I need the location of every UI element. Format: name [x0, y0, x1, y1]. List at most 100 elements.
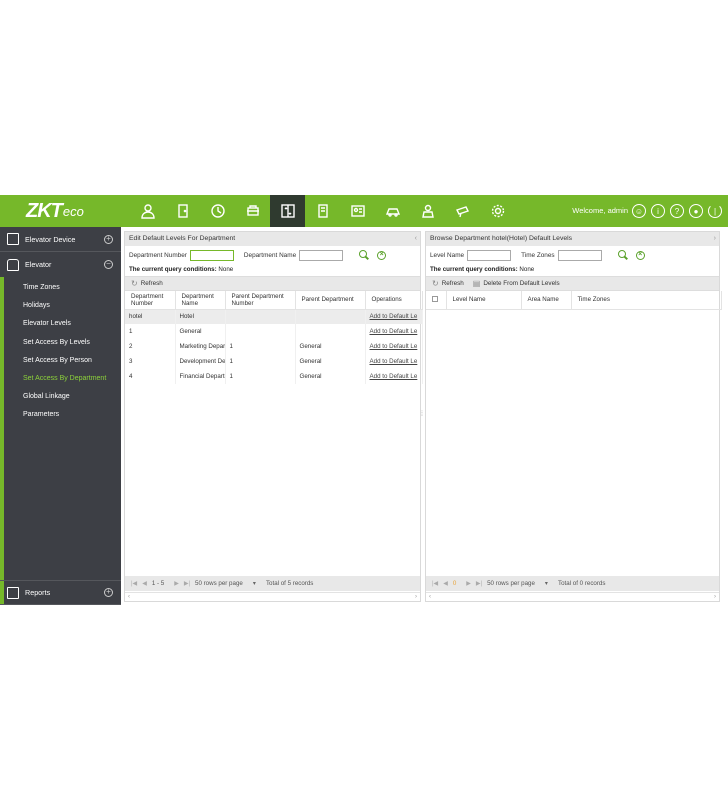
logo-text: ZKT	[26, 199, 63, 222]
refresh-icon[interactable]: ↻	[432, 279, 439, 288]
next-page-icon[interactable]: ▶	[466, 580, 471, 587]
sidebar-elevator-device[interactable]: Elevator Device +	[0, 227, 121, 252]
add-to-default-levels-link[interactable]: Add to Default Le	[370, 313, 418, 320]
scroll-right-icon[interactable]: ›	[415, 594, 417, 600]
sidebar-item-set-access-by-person[interactable]: Set Access By Person	[4, 352, 121, 370]
scroll-left-icon[interactable]: ‹	[429, 594, 431, 600]
prev-page-icon[interactable]: ◀	[142, 580, 147, 587]
parking-icon[interactable]	[375, 195, 410, 227]
sidebar-item-global-linkage[interactable]: Global Linkage	[4, 388, 121, 406]
help-icon[interactable]: ?	[670, 204, 684, 218]
user-profile-icon[interactable]: ☺	[632, 204, 646, 218]
column-department-name[interactable]: Department Name	[175, 291, 226, 310]
delete-icon[interactable]: ▤	[473, 279, 481, 288]
access-icon[interactable]	[235, 195, 270, 227]
sidebar-elevator-label: Elevator	[25, 260, 52, 269]
right-query-conditions: The current query conditions: None	[426, 264, 719, 276]
column-parent-department[interactable]: Parent Department	[295, 291, 366, 310]
table-row[interactable]: 4 Financial Departm 1 General Add to Default…	[125, 369, 423, 384]
sidebar-item-set-access-by-levels[interactable]: Set Access By Levels	[4, 334, 121, 352]
sidebar-item-parameters[interactable]: Parameters	[4, 406, 121, 424]
table-row[interactable]: 1 General Add to Default Le	[125, 324, 423, 339]
column-area-name[interactable]: Area Name	[521, 291, 572, 310]
department-number-input[interactable]	[189, 249, 234, 261]
panel-splitter[interactable]: ⁞	[421, 411, 423, 418]
expand-reports-icon[interactable]: +	[104, 588, 113, 597]
first-page-icon[interactable]: |◀	[131, 580, 137, 587]
search-icon[interactable]	[359, 250, 369, 260]
collapse-left-icon[interactable]: ‹	[415, 232, 417, 246]
clear-icon[interactable]: ×	[377, 250, 387, 260]
delete-from-default-levels-button[interactable]: Delete From Default Levels	[483, 280, 559, 287]
table-row[interactable]: hotel Hotel Add to Default Le	[125, 309, 423, 324]
add-to-default-levels-link[interactable]: Add to Default Le	[370, 328, 418, 335]
rows-per-page-select[interactable]: 50 rows per page	[195, 580, 243, 587]
table-row[interactable]: 2 Marketing Departr 1 General Add to Default…	[125, 339, 423, 354]
last-page-icon[interactable]: ▶|	[476, 580, 482, 587]
right-toolbar: ↻ Refresh ▤ Delete From Default Levels	[426, 276, 719, 291]
info-icon[interactable]: i	[651, 204, 665, 218]
visitor-icon[interactable]	[305, 195, 340, 227]
rows-per-page-select[interactable]: 50 rows per page	[487, 580, 535, 587]
last-page-icon[interactable]: ▶|	[184, 580, 190, 587]
first-page-icon[interactable]: |◀	[432, 580, 438, 587]
chevron-down-icon[interactable]: ▾	[253, 580, 256, 587]
expand-right-icon[interactable]: ›	[714, 232, 716, 246]
refresh-button[interactable]: Refresh	[141, 280, 163, 287]
column-time-zones[interactable]: Time Zones	[571, 291, 722, 310]
patrol-icon[interactable]	[410, 195, 445, 227]
right-horizontal-scrollbar[interactable]: ‹ ›	[426, 592, 719, 601]
sidebar-item-elevator-levels[interactable]: Elevator Levels	[4, 315, 121, 333]
cell-operation: Add to Default Le	[365, 309, 423, 324]
clear-icon[interactable]: ×	[635, 250, 645, 260]
add-to-default-levels-link[interactable]: Add to Default Le	[370, 343, 418, 350]
level-name-input[interactable]	[467, 249, 512, 261]
search-icon[interactable]	[617, 250, 628, 260]
settings-icon[interactable]	[480, 195, 515, 227]
elevator-icon[interactable]	[270, 195, 305, 227]
logout-icon[interactable]: |	[708, 204, 722, 218]
time-icon[interactable]	[200, 195, 235, 227]
column-level-name[interactable]: Level Name	[446, 291, 522, 310]
left-horizontal-scrollbar[interactable]: ‹ ›	[125, 592, 420, 601]
personnel-icon[interactable]	[130, 195, 165, 227]
column-operations[interactable]: Operations	[365, 291, 423, 310]
conditions-label: The current query conditions:	[129, 266, 217, 273]
sidebar-elevator[interactable]: Elevator −	[0, 252, 121, 277]
cell-parent-name: General	[295, 339, 366, 354]
right-pager: |◀ ◀ 0 ▶ ▶| 50 rows per page ▾ Total of …	[426, 576, 719, 591]
door-icon[interactable]	[165, 195, 200, 227]
collapse-icon[interactable]: −	[104, 260, 113, 269]
select-all-checkbox-cell	[426, 291, 447, 310]
next-page-icon[interactable]: ▶	[174, 580, 179, 587]
sidebar-item-time-zones[interactable]: Time Zones	[4, 279, 121, 297]
cell-number: 1	[125, 324, 176, 339]
account-icon[interactable]: ●	[689, 204, 703, 218]
department-number-label: Department Number	[129, 251, 187, 259]
conditions-label: The current query conditions:	[430, 266, 518, 273]
scroll-left-icon[interactable]: ‹	[128, 594, 130, 600]
sidebar-item-holidays[interactable]: Holidays	[4, 297, 121, 315]
select-all-checkbox[interactable]	[432, 295, 438, 302]
sidebar-reports[interactable]: Reports +	[0, 580, 121, 605]
refresh-button[interactable]: Refresh	[442, 280, 464, 287]
time-zones-input[interactable]	[557, 249, 602, 261]
refresh-icon[interactable]: ↻	[131, 279, 138, 288]
left-panel: Edit Default Levels For Department ‹ Depa…	[124, 231, 423, 602]
column-department-number[interactable]: Department Number	[125, 291, 176, 310]
add-to-default-levels-link[interactable]: Add to Default Le	[370, 373, 418, 380]
chevron-down-icon[interactable]: ▾	[545, 580, 548, 587]
table-row[interactable]: 3 Development Dep 1 General Add to Default L…	[125, 354, 423, 369]
video-icon[interactable]	[445, 195, 480, 227]
department-name-input[interactable]	[299, 249, 344, 261]
scroll-right-icon[interactable]: ›	[714, 594, 716, 600]
right-panel: Browse Department hotel(Hotel) Default L…	[425, 231, 722, 602]
column-parent-department-number[interactable]: Parent Department Number	[225, 291, 296, 310]
conditions-value: None	[519, 266, 535, 273]
sidebar-item-set-access-by-department[interactable]: Set Access By Department	[4, 370, 121, 388]
prev-page-icon[interactable]: ◀	[443, 580, 448, 587]
id-card-icon[interactable]	[340, 195, 375, 227]
cell-parent-name: General	[295, 354, 366, 369]
add-to-default-levels-link[interactable]: Add to Default Le	[370, 358, 418, 365]
expand-icon[interactable]: +	[104, 234, 113, 244]
